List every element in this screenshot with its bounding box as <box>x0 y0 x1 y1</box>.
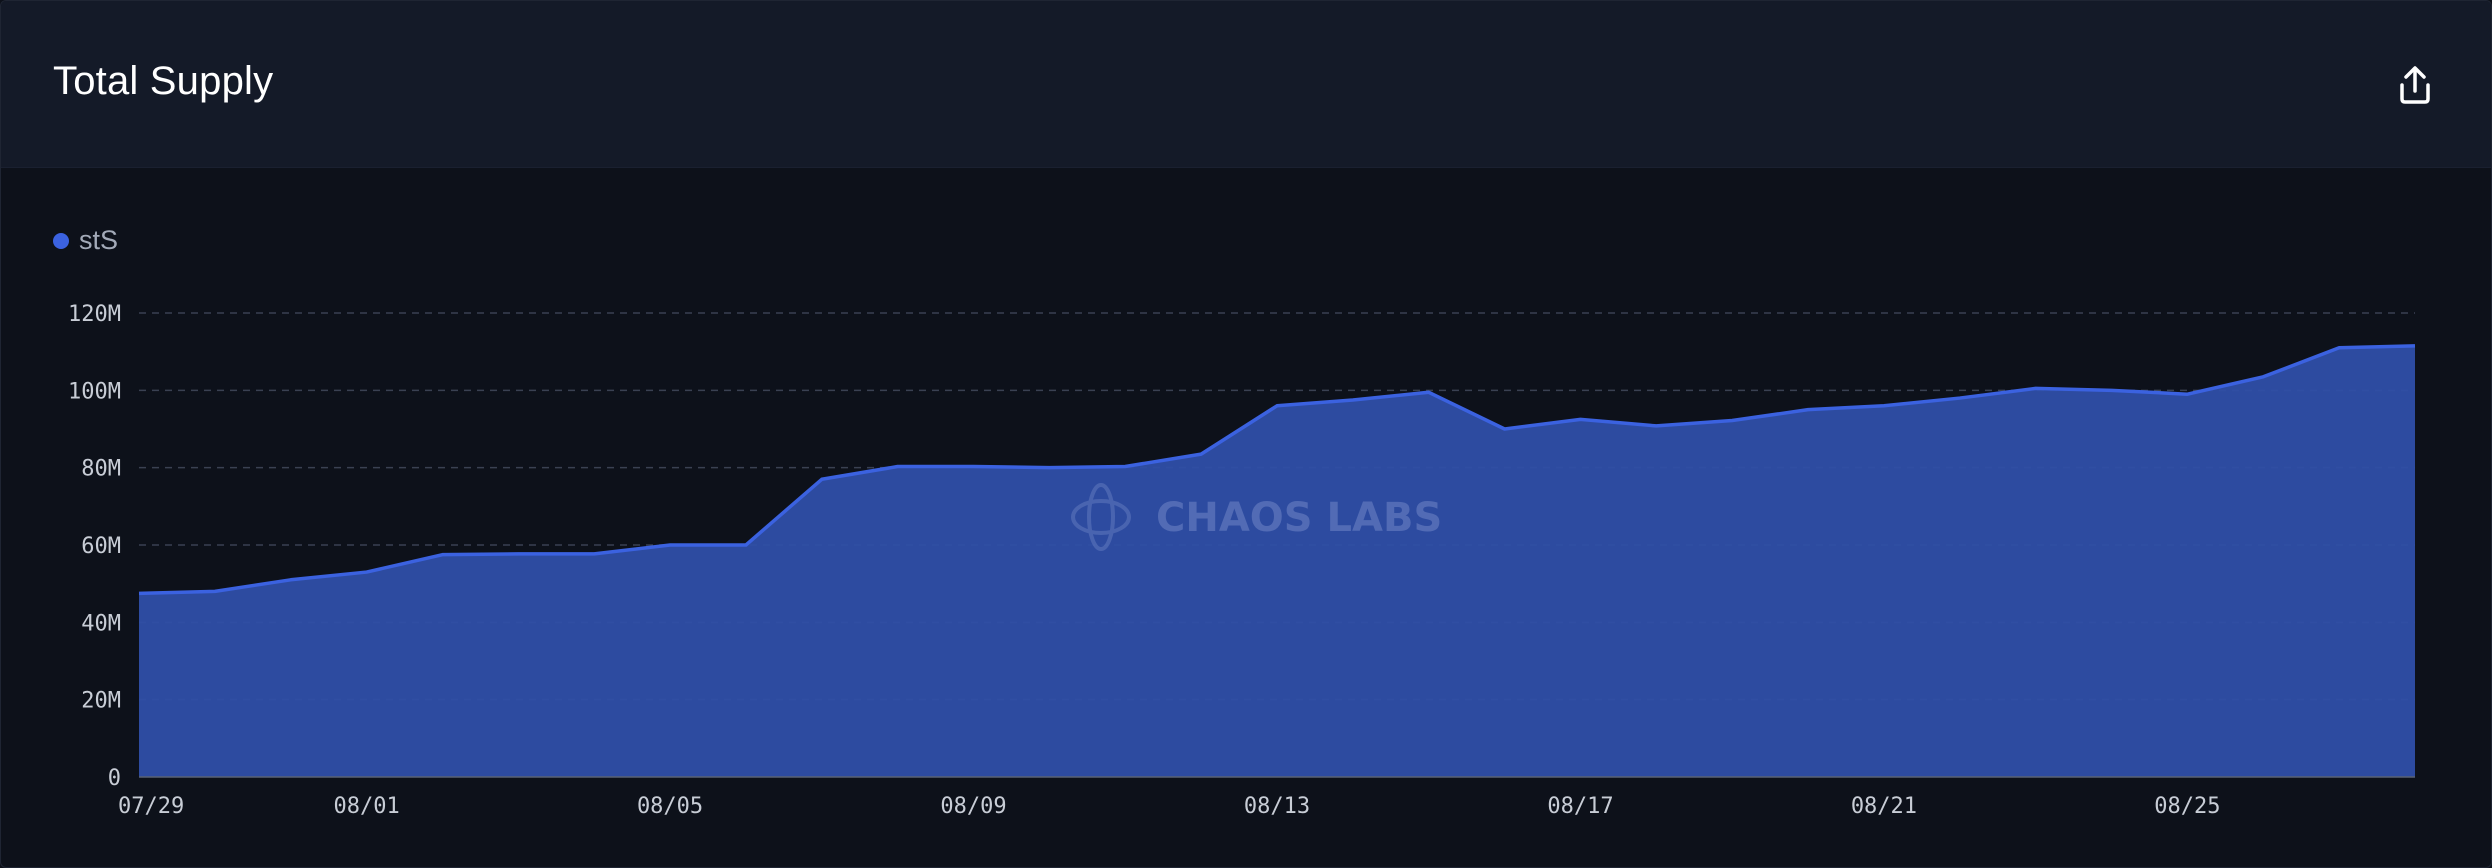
x-tick-label: 08/21 <box>1851 794 1917 819</box>
series-area <box>139 345 2415 777</box>
x-tick-label: 08/17 <box>1547 794 1613 819</box>
y-tick-label: 120M <box>68 302 121 327</box>
y-tick-label: 100M <box>68 379 121 404</box>
y-tick-label: 80M <box>81 457 121 482</box>
y-tick-label: 20M <box>81 689 121 714</box>
area-chart[interactable]: 0 20M 40M 60M 80M 100M 120M 07/29 08/01 08/05 08/0… <box>1 1 2491 867</box>
x-tick-label: 08/13 <box>1244 794 1310 819</box>
y-tick-label: 0 <box>108 766 121 791</box>
x-tick-label: 08/25 <box>2154 794 2220 819</box>
x-tick-label: 08/01 <box>333 794 399 819</box>
x-tick-label: 08/05 <box>637 794 703 819</box>
x-tick-label: 08/09 <box>940 794 1006 819</box>
y-tick-label: 40M <box>81 611 121 636</box>
x-tick-label: 07/29 <box>118 794 184 819</box>
y-tick-label: 60M <box>81 534 121 559</box>
chart-card: Total Supply stS 0 20M 40M 60M 80M 100M 120M 07… <box>0 0 2492 868</box>
watermark-text: CHAOS LABS <box>1156 495 1442 541</box>
